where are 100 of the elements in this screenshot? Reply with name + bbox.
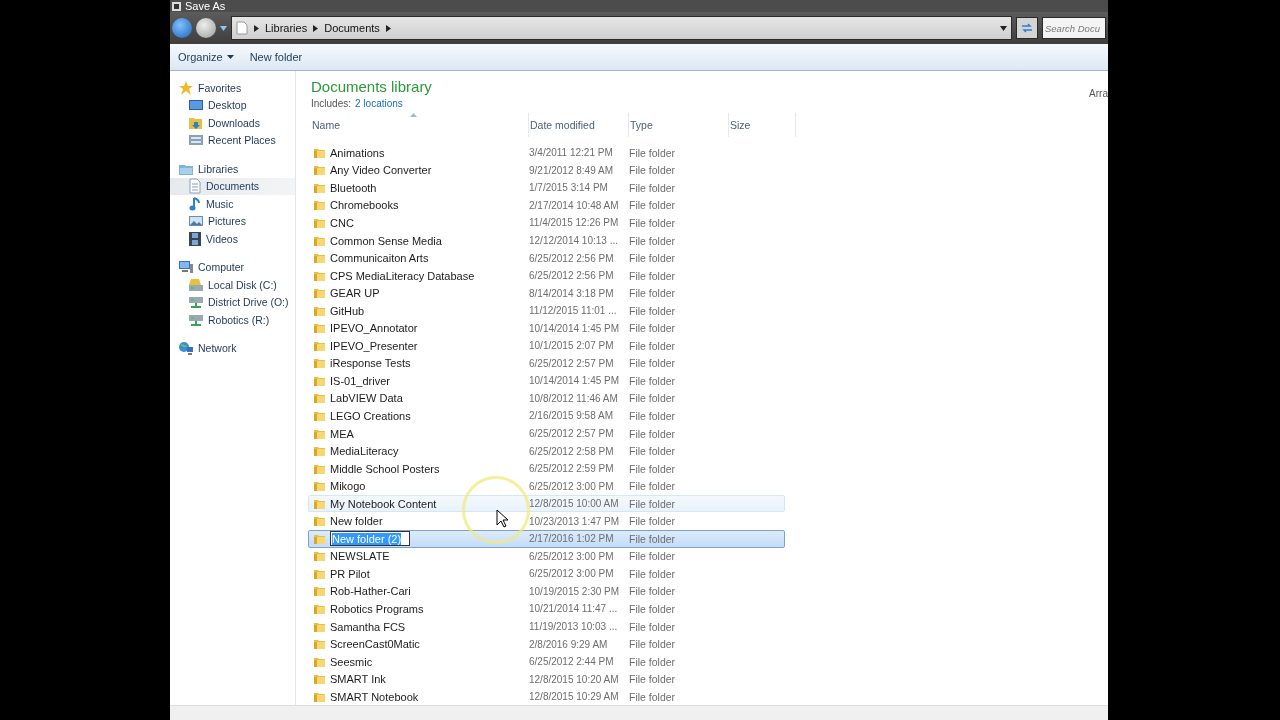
file-row[interactable]: Communicaiton Arts 6/25/2012 2:56 PM File folder bbox=[308, 249, 785, 267]
file-type: File folder bbox=[629, 690, 676, 703]
chevron-icon[interactable] bbox=[385, 24, 391, 32]
nav-item[interactable]: Network bbox=[170, 339, 295, 357]
nav-item[interactable]: Robotics (R:) bbox=[170, 311, 295, 329]
file-row[interactable]: ScreenCast0Matic 2/8/2016 9:29 AM File folder bbox=[308, 635, 785, 653]
file-name: Bluetooth bbox=[330, 181, 377, 194]
file-name: SMART Notebook bbox=[330, 690, 419, 703]
breadcrumb[interactable]: Documents bbox=[324, 22, 380, 34]
file-name: SMART Ink bbox=[330, 673, 386, 686]
chevron-icon[interactable] bbox=[254, 24, 259, 32]
file-type: File folder bbox=[629, 409, 676, 422]
file-row[interactable]: Mikogo 6/25/2012 3:00 PM File folder bbox=[308, 477, 785, 495]
file-row[interactable]: Seesmic 6/25/2012 2:44 PM File folder bbox=[308, 652, 785, 671]
nav-item[interactable]: Libraries bbox=[170, 160, 295, 178]
file-row[interactable]: Any Video Converter 9/21/2012 8:49 AM File folder bbox=[308, 161, 785, 180]
folder-icon bbox=[313, 374, 326, 387]
folder-icon bbox=[313, 655, 326, 668]
file-row[interactable]: Common Sense Media 12/12/2014 10:13 ... File folder bbox=[308, 231, 785, 250]
file-type: File folder bbox=[629, 427, 676, 440]
file-type: File folder bbox=[629, 462, 676, 475]
forward-button[interactable] bbox=[196, 18, 216, 38]
file-row[interactable]: Bluetooth 1/7/2015 3:14 PM File folder bbox=[308, 179, 785, 197]
folder-icon bbox=[313, 497, 326, 510]
folder-icon bbox=[313, 216, 326, 229]
search-field[interactable]: Search Docu bbox=[1042, 17, 1106, 39]
back-button[interactable] bbox=[172, 18, 192, 38]
nav-item[interactable]: Favorites bbox=[170, 79, 295, 97]
date-modified: 3/4/2011 12:21 PM bbox=[529, 147, 613, 159]
file-row[interactable]: iResponse Tests 6/25/2012 2:57 PM File folder bbox=[308, 354, 785, 373]
file-type: File folder bbox=[629, 638, 676, 651]
date-modified: 12/8/2015 10:29 AM bbox=[529, 691, 619, 703]
nav-item[interactable]: Recent Places bbox=[170, 131, 295, 149]
file-row[interactable]: Middle School Posters 6/25/2012 2:59 PM File folder bbox=[308, 459, 785, 478]
nav-item[interactable]: Local Disk (C:) bbox=[170, 276, 295, 294]
nav-item[interactable]: Videos bbox=[170, 230, 295, 248]
file-row[interactable]: Chromebooks 2/17/2014 10:48 AM File folder bbox=[308, 196, 785, 215]
folder-icon bbox=[313, 181, 326, 194]
file-row[interactable]: New folder (2) 2/17/2016 1:02 PM File folder bbox=[308, 530, 785, 548]
file-row[interactable]: MEA 6/25/2012 2:57 PM File folder bbox=[308, 424, 785, 443]
file-row[interactable]: Robotics Programs 10/21/2014 11:47 ... File folder bbox=[308, 600, 785, 618]
date-modified: 2/17/2014 10:48 AM bbox=[529, 199, 619, 211]
nav-item[interactable]: Computer bbox=[170, 258, 295, 276]
nav-item[interactable]: Pictures bbox=[170, 212, 295, 230]
breadcrumb[interactable]: Libraries bbox=[265, 22, 308, 34]
dropdown-caret-icon[interactable] bbox=[1000, 25, 1007, 31]
date-modified: 2/16/2015 9:58 AM bbox=[529, 410, 613, 422]
file-type: File folder bbox=[629, 567, 676, 580]
file-row[interactable]: SMART Notebook 12/8/2015 10:29 AM File folder bbox=[308, 687, 785, 706]
nav-item[interactable]: Downloads bbox=[170, 114, 295, 132]
file-row[interactable]: PR Pilot 6/25/2012 3:00 PM File folder bbox=[308, 565, 785, 583]
file-row[interactable]: IS-01_driver 10/14/2014 1:45 PM File folder bbox=[308, 372, 785, 390]
file-row[interactable]: SMART Ink 12/8/2015 10:20 AM File folder bbox=[308, 670, 785, 688]
file-row[interactable]: MediaLiteracy 6/25/2012 2:58 PM File folder bbox=[308, 442, 785, 460]
date-modified: 6/25/2012 2:57 PM bbox=[529, 357, 614, 369]
file-name: New folder bbox=[330, 515, 383, 528]
nav-item[interactable]: District Drive (O:) bbox=[170, 293, 295, 311]
column-header[interactable]: Size bbox=[729, 113, 796, 137]
film-icon bbox=[188, 230, 202, 247]
folder-icon bbox=[313, 532, 326, 545]
toolbar-button[interactable]: Organize bbox=[178, 49, 234, 65]
file-name: GitHub bbox=[330, 304, 365, 317]
file-row[interactable]: CPS MediaLiteracy Database 6/25/2012 2:56 PM File folder bbox=[308, 266, 785, 285]
arrange-label[interactable]: Arra bbox=[1089, 88, 1108, 109]
locations-link[interactable]: 2 locations bbox=[355, 98, 403, 109]
file-row[interactable]: GEAR UP 8/14/2014 3:18 PM File folder bbox=[308, 284, 785, 302]
file-row[interactable]: GitHub 11/12/2015 11:01 ... File folder bbox=[308, 301, 785, 320]
nav-item[interactable]: Documents bbox=[170, 177, 295, 195]
file-row[interactable]: Rob-Hather-Cari 10/19/2015 2:30 PM File folder bbox=[308, 582, 785, 601]
date-modified: 6/25/2012 2:59 PM bbox=[529, 463, 614, 475]
file-row[interactable]: NEWSLATE 6/25/2012 3:00 PM File folder bbox=[308, 547, 785, 566]
column-header[interactable]: Type bbox=[629, 113, 729, 137]
folder-icon bbox=[313, 673, 326, 686]
chevron-icon[interactable] bbox=[313, 24, 319, 32]
date-modified: 6/25/2012 2:57 PM bbox=[529, 428, 614, 439]
file-row[interactable]: IPEVO_Annotator 10/14/2014 1:45 PM File folder bbox=[308, 319, 785, 337]
file-type: File folder bbox=[629, 585, 676, 598]
file-row[interactable]: LabVIEW Data 10/8/2012 11:46 AM File folder bbox=[308, 389, 785, 408]
file-row[interactable]: Samantha FCS 11/19/2013 10:03 ... File folder bbox=[308, 617, 785, 636]
refresh-button[interactable] bbox=[1016, 17, 1038, 39]
column-header[interactable]: Name bbox=[311, 113, 529, 137]
folder-icon bbox=[313, 146, 326, 159]
toolbar-button[interactable]: New folder bbox=[249, 49, 303, 65]
file-row[interactable]: My Notebook Content 12/8/2015 10:00 AM File folder bbox=[308, 494, 785, 513]
nav-item[interactable]: Music bbox=[170, 195, 295, 213]
file-type: File folder bbox=[629, 550, 676, 563]
folder-icon bbox=[313, 252, 326, 265]
file-name: My Notebook Content bbox=[330, 497, 437, 510]
file-name: MEA bbox=[330, 427, 354, 440]
address-field[interactable]: Libraries Documents bbox=[231, 16, 1012, 40]
file-row[interactable]: LEGO Creations 2/16/2015 9:58 AM File folder bbox=[308, 407, 785, 425]
folder-icon bbox=[313, 550, 326, 563]
file-row[interactable]: IPEVO_Presenter 10/1/2015 2:07 PM File folder bbox=[308, 337, 785, 355]
file-row[interactable]: Animations 3/4/2011 12:21 PM File folder bbox=[308, 144, 785, 162]
file-row[interactable]: New folder 10/23/2013 1:47 PM File folder bbox=[308, 512, 785, 531]
file-row[interactable]: CNC 11/4/2015 12:26 PM File folder bbox=[308, 214, 785, 232]
column-header[interactable]: Date modified bbox=[529, 113, 629, 137]
folder-icon bbox=[313, 585, 326, 598]
file-name: Middle School Posters bbox=[330, 462, 440, 475]
nav-item[interactable]: Desktop bbox=[170, 96, 295, 114]
